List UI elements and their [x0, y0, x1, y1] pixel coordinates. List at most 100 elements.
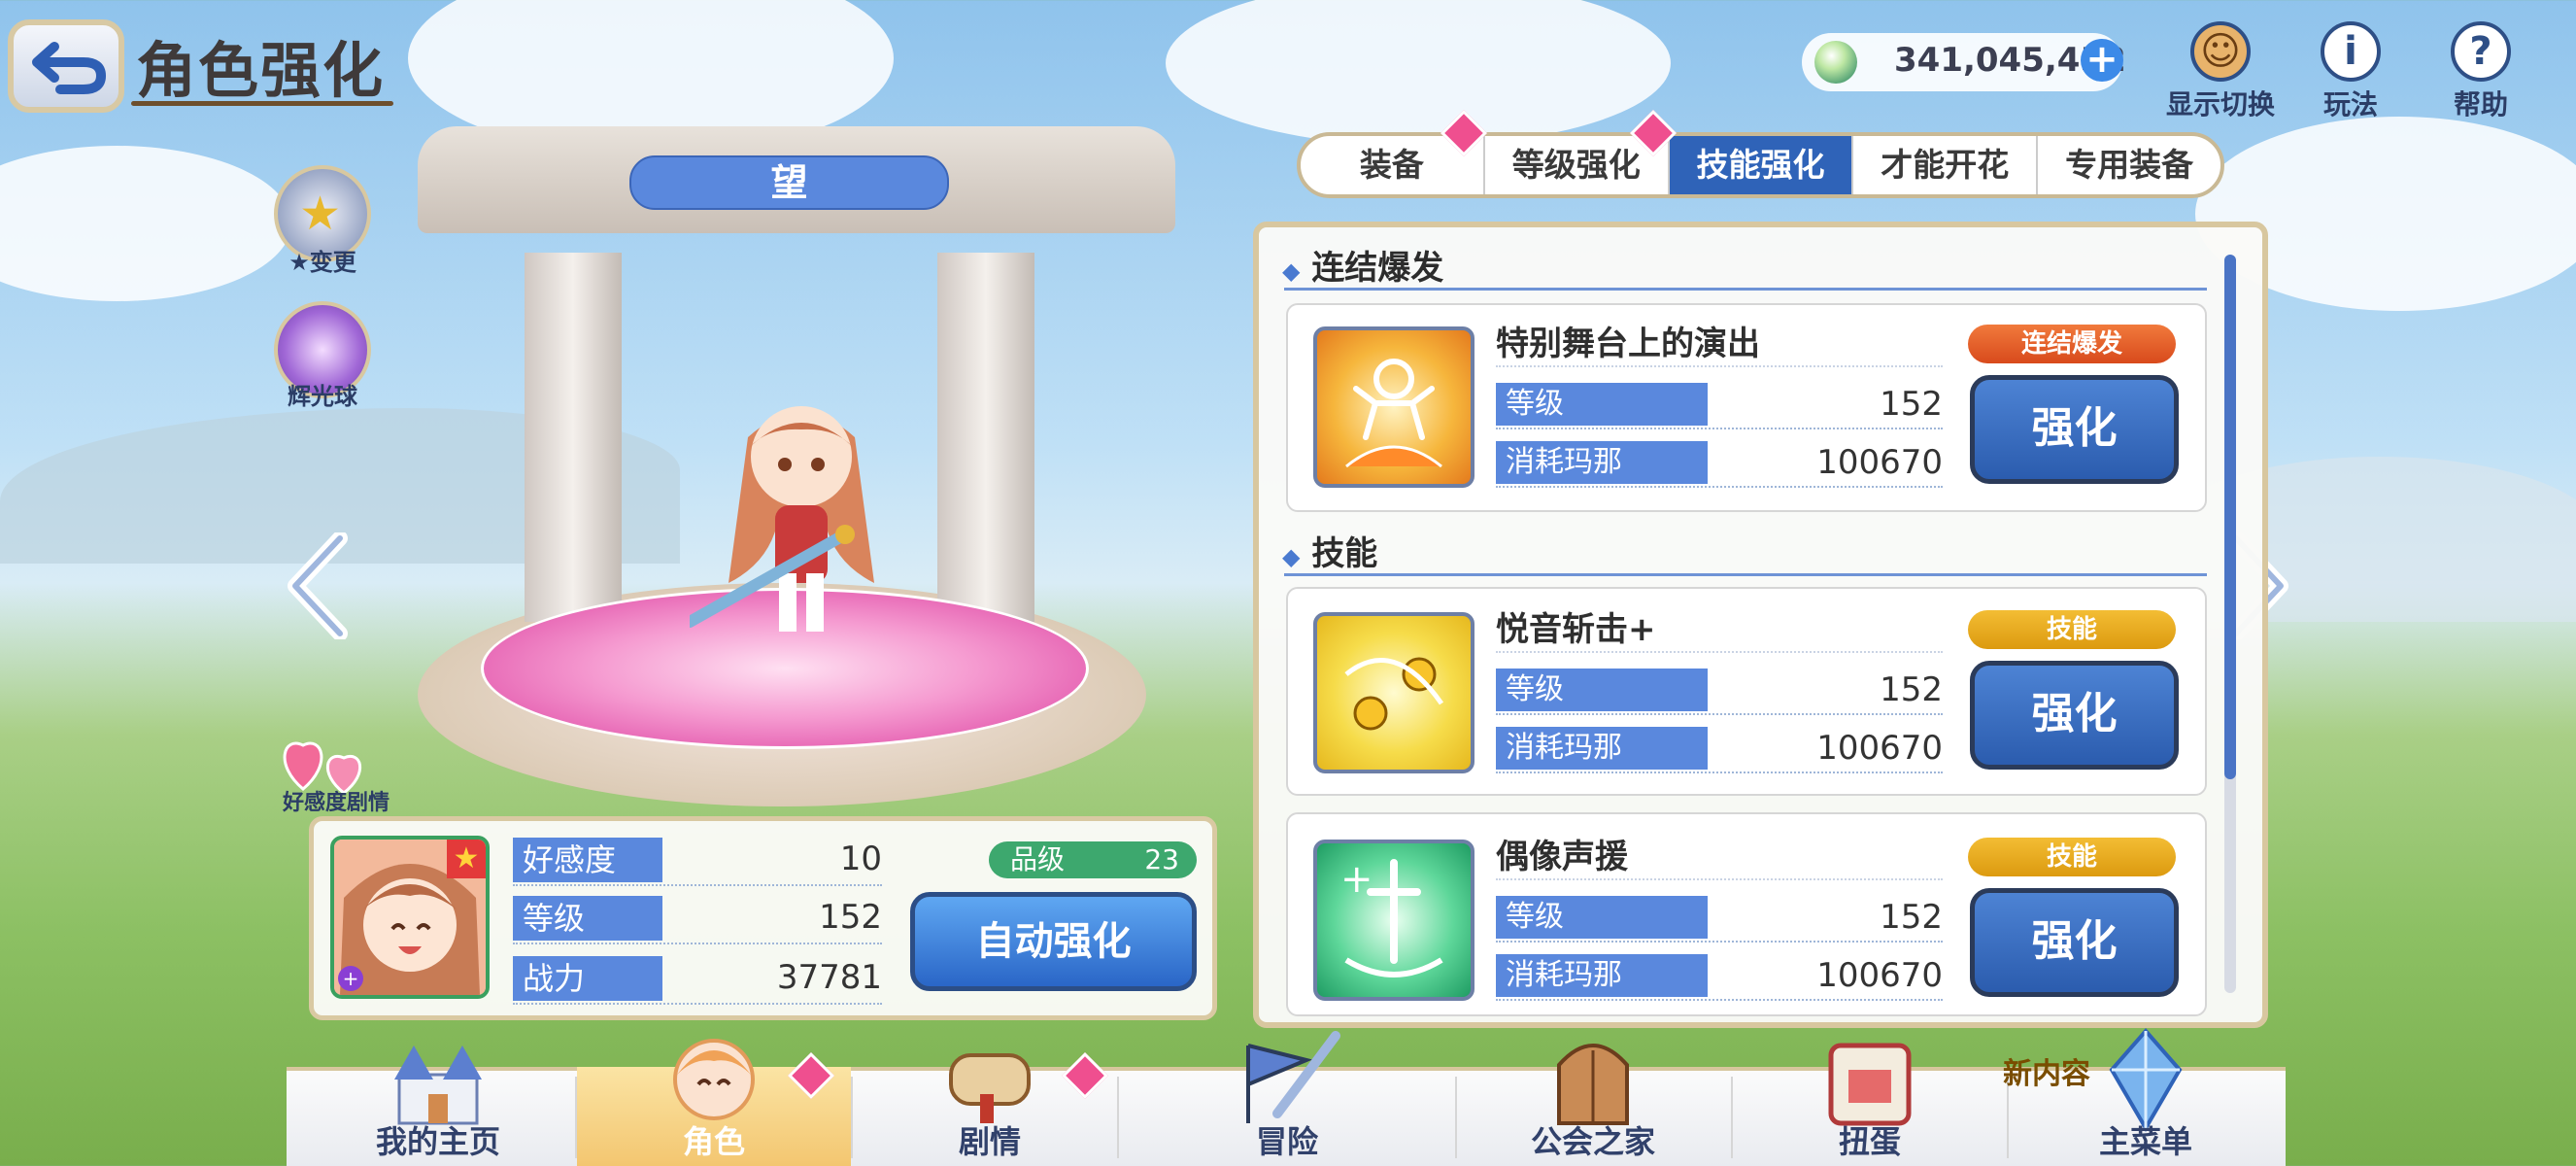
skill-cost-row: 消耗玛那 100670 — [1496, 727, 1943, 773]
rank-star-icon: ★ — [447, 840, 486, 878]
nav-label: 我的主页 — [375, 1123, 500, 1160]
how-to-play-button[interactable]: i 玩法 — [2292, 21, 2409, 122]
idol-cheer-skill-icon: + — [1313, 840, 1474, 1001]
skill-cost-label: 消耗玛那 — [1496, 727, 1708, 770]
help-icon: ? — [2451, 21, 2511, 82]
stat-label: 等级 — [513, 896, 662, 941]
grade-value: 23 — [1144, 843, 1179, 875]
enhance-button[interactable]: 强化 — [1970, 888, 2179, 997]
pillar-right — [937, 253, 1034, 622]
back-button[interactable] — [8, 19, 124, 113]
dotted-divider — [1496, 941, 1943, 943]
help-button[interactable]: ? 帮助 — [2423, 21, 2539, 122]
dotted-divider — [1496, 878, 1943, 880]
nav-label: 角色 — [682, 1123, 745, 1160]
auto-enhance-button[interactable]: 自动强化 — [910, 892, 1197, 991]
nav-guild-house[interactable]: 公会之家 — [1457, 1044, 1729, 1166]
skill-level-value: 152 — [1880, 385, 1943, 424]
title-underline — [131, 101, 393, 106]
union-burst-skill-icon — [1313, 326, 1474, 488]
tab-talent-bloom[interactable]: 才能开花 — [1853, 136, 2039, 194]
glow-orb-label: 辉光球 — [288, 383, 357, 410]
slash-skill-icon — [1313, 612, 1474, 773]
cloud — [0, 146, 291, 301]
enhance-button[interactable]: 强化 — [1970, 375, 2179, 484]
scrollbar-thumb[interactable] — [2224, 255, 2236, 779]
nav-home[interactable]: 我的主页 — [301, 1046, 575, 1166]
skill-cost-label: 消耗玛那 — [1496, 954, 1708, 997]
enhance-button[interactable]: 强化 — [1970, 661, 2179, 770]
previous-character-arrow[interactable] — [284, 532, 352, 639]
stat-value: 37781 — [776, 958, 882, 997]
cloud — [1166, 0, 1671, 146]
nav-label: 冒险 — [1255, 1123, 1318, 1160]
svg-text:+: + — [1340, 857, 1373, 902]
stat-value: 10 — [839, 840, 882, 878]
skill-tag: 技能 — [1968, 610, 2176, 649]
skill-level-label: 等级 — [1496, 896, 1708, 939]
dotted-divider — [1496, 365, 1943, 367]
sword-cheer-icon: + — [1340, 857, 1443, 977]
stat-power: 战力 37781 — [513, 956, 882, 1005]
section-title: 技能 — [1311, 534, 1378, 573]
skill-tag: 技能 — [1968, 838, 2176, 876]
add-currency-button[interactable]: + — [2081, 39, 2123, 82]
stat-label: 好感度 — [513, 838, 662, 882]
stat-level: 等级 152 — [513, 896, 882, 944]
nav-label: 公会之家 — [1530, 1123, 1655, 1160]
nav-gacha[interactable]: 扭蛋 — [1733, 1043, 2007, 1166]
dotted-divider — [513, 943, 882, 944]
display-switch-button[interactable]: ☺ 显示切换 — [2162, 21, 2279, 122]
mana-icon — [1814, 41, 1857, 84]
skill-level-row: 等级 152 — [1496, 383, 1943, 429]
dotted-divider — [513, 884, 882, 886]
star-icon: ★ — [299, 187, 342, 241]
skill-cost-row: 消耗玛那 100670 — [1496, 954, 1943, 1001]
grade-badge: 品级 23 — [989, 841, 1197, 878]
limit-break-icon: + — [338, 966, 363, 991]
nav-label: 剧情 — [958, 1123, 1021, 1160]
tab-exclusive-equipment[interactable]: 专用装备 — [2038, 136, 2220, 194]
nav-adventure[interactable]: 冒险 — [1151, 1031, 1423, 1166]
skill-name: 偶像声援 — [1496, 838, 1628, 876]
skill-cost-label: 消耗玛那 — [1496, 441, 1708, 484]
tab-skill-enhance[interactable]: 技能强化 — [1669, 136, 1854, 194]
stat-label: 战力 — [513, 956, 662, 1001]
new-content-badge: 新内容 — [2003, 1057, 2090, 1091]
skill-cost-row: 消耗玛那 100670 — [1496, 441, 1943, 488]
character-switch-icon: ☺ — [2190, 21, 2251, 82]
stat-affinity: 好感度 10 — [513, 838, 882, 886]
dotted-divider — [1496, 772, 1943, 773]
character-sprite[interactable] — [690, 379, 913, 661]
section-title: 连结爆发 — [1311, 249, 1444, 288]
skill-level-label: 等级 — [1496, 669, 1708, 711]
chick-icon — [1344, 657, 1444, 731]
info-icon: i — [2321, 21, 2381, 82]
skill-level-row: 等级 152 — [1496, 896, 1943, 943]
section-underline — [1284, 288, 2207, 291]
page-title: 角色强化 — [136, 35, 386, 106]
dotted-divider — [1496, 428, 1943, 429]
skill-cost-value: 100670 — [1816, 443, 1943, 482]
enhance-tabs: 装备 等级强化 技能强化 才能开花 专用装备 — [1297, 132, 2224, 198]
union-burst-tag: 连结爆发 — [1968, 325, 2176, 363]
pillar-left — [525, 253, 622, 622]
skill-level-row: 等级 152 — [1496, 669, 1943, 715]
dotted-divider — [513, 1003, 882, 1005]
section-union-burst: ◆ 连结爆发 — [1282, 249, 1444, 288]
skill-name: 特别舞台上的演出 — [1496, 325, 1760, 363]
dotted-divider — [1496, 486, 1943, 488]
section-underline — [1284, 573, 2207, 576]
performer-figure-icon — [1345, 359, 1442, 468]
character-portrait[interactable]: ★ + — [330, 836, 490, 999]
character-name: 望 — [629, 155, 949, 210]
skill-level-label: 等级 — [1496, 383, 1708, 426]
nav-label: 扭蛋 — [1838, 1123, 1901, 1160]
skill-level-value: 152 — [1880, 670, 1943, 709]
skill-level-value: 152 — [1880, 898, 1943, 937]
affinity-story-label: 好感度剧情 — [282, 791, 390, 815]
back-arrow-icon — [32, 42, 106, 94]
skill-cost-value: 100670 — [1816, 956, 1943, 995]
dotted-divider — [1496, 651, 1943, 653]
nav-divider — [1117, 1077, 1119, 1158]
